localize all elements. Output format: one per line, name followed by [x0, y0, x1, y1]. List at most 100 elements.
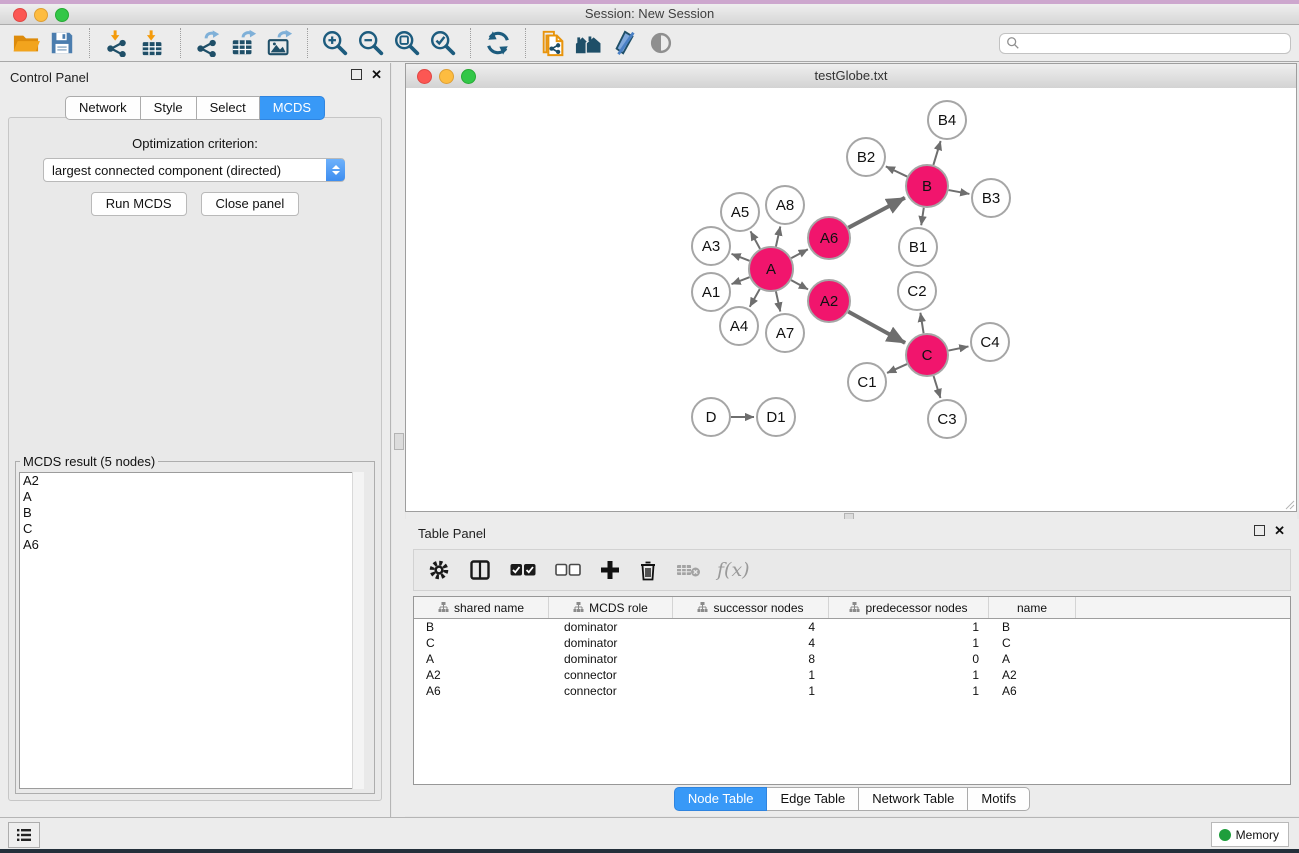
- task-history-button[interactable]: [8, 822, 40, 848]
- table-cell[interactable]: A: [989, 652, 1076, 666]
- graph-node-A[interactable]: A: [749, 247, 793, 291]
- table-cell[interactable]: C: [414, 636, 549, 650]
- table-cell[interactable]: C: [989, 636, 1076, 650]
- table-cell[interactable]: 1: [829, 620, 989, 634]
- mcds-result-item[interactable]: B: [20, 505, 363, 521]
- graph-node-B4[interactable]: B4: [928, 101, 966, 139]
- graph-node-C1[interactable]: C1: [848, 363, 886, 401]
- graph-node-B1[interactable]: B1: [899, 228, 937, 266]
- show-columns-icon[interactable]: [469, 559, 491, 581]
- graph-edge-A-A1[interactable]: [732, 277, 750, 284]
- graph-edge-C-C3[interactable]: [934, 376, 941, 398]
- table-cell[interactable]: 1: [673, 668, 829, 682]
- graph-edge-C-C4[interactable]: [949, 346, 969, 350]
- network-canvas[interactable]: B4B2BB3A5A8A6A3B1AA1C2A2A4A7CC4C1C3DD1: [406, 88, 1296, 511]
- graph-node-C4[interactable]: C4: [971, 323, 1009, 361]
- graph-node-A7[interactable]: A7: [766, 314, 804, 352]
- save-session-icon[interactable]: [44, 27, 80, 59]
- close-panel-icon[interactable]: ✕: [371, 69, 382, 80]
- tab-motifs[interactable]: Motifs: [968, 787, 1030, 811]
- show-hide-icon[interactable]: [643, 27, 679, 59]
- table-cell[interactable]: 1: [829, 684, 989, 698]
- horizontal-splitter[interactable]: [406, 512, 1297, 519]
- tab-edge-table[interactable]: Edge Table: [767, 787, 859, 811]
- table-cell[interactable]: A6: [414, 684, 549, 698]
- splitter-handle[interactable]: [394, 433, 404, 450]
- graph-node-B3[interactable]: B3: [972, 179, 1010, 217]
- network-window-titlebar[interactable]: testGlobe.txt: [406, 64, 1296, 89]
- import-network-icon[interactable]: [99, 27, 135, 59]
- graph-edge-B-B3[interactable]: [949, 190, 970, 194]
- graph-edge-A6-B[interactable]: [848, 198, 904, 228]
- graph-edge-B-B4[interactable]: [933, 141, 940, 165]
- graph-node-C[interactable]: C: [906, 334, 948, 376]
- graph-node-A2[interactable]: A2: [808, 280, 850, 322]
- mcds-result-item[interactable]: A6: [20, 537, 363, 553]
- column-header-predecessor-nodes[interactable]: predecessor nodes: [829, 597, 989, 618]
- zoom-selected-icon[interactable]: [425, 27, 461, 59]
- table-cell[interactable]: B: [414, 620, 549, 634]
- export-image-icon[interactable]: [262, 27, 298, 59]
- search-input[interactable]: [1020, 35, 1284, 51]
- table-cell[interactable]: 4: [673, 620, 829, 634]
- table-cell[interactable]: B: [989, 620, 1076, 634]
- graph-node-A1[interactable]: A1: [692, 273, 730, 311]
- home-icon[interactable]: [571, 27, 607, 59]
- graph-edge-A-A3[interactable]: [732, 254, 750, 261]
- graph-node-D1[interactable]: D1: [757, 398, 795, 436]
- graph-edge-A2-C[interactable]: [848, 312, 905, 343]
- tab-network-table[interactable]: Network Table: [859, 787, 968, 811]
- graph-node-A4[interactable]: A4: [720, 307, 758, 345]
- table-cell[interactable]: 1: [673, 684, 829, 698]
- zoom-fit-icon[interactable]: [389, 27, 425, 59]
- table-cell[interactable]: 1: [829, 636, 989, 650]
- table-cell[interactable]: connector: [549, 668, 673, 682]
- graph-node-A3[interactable]: A3: [692, 227, 730, 265]
- paint-style-icon[interactable]: [607, 27, 643, 59]
- table-cell[interactable]: connector: [549, 684, 673, 698]
- graph-edge-A-A7[interactable]: [776, 291, 780, 311]
- graph-node-B2[interactable]: B2: [847, 138, 885, 176]
- import-table-icon[interactable]: [135, 27, 171, 59]
- float-panel-icon[interactable]: [351, 69, 362, 80]
- table-cell[interactable]: dominator: [549, 636, 673, 650]
- unselect-all-columns-icon[interactable]: [555, 563, 581, 577]
- select-all-columns-icon[interactable]: [510, 563, 536, 577]
- table-cell[interactable]: 1: [829, 668, 989, 682]
- table-row[interactable]: A2connector11A2: [414, 667, 1290, 683]
- tab-style[interactable]: Style: [141, 96, 197, 120]
- network-from-selection-icon[interactable]: [535, 27, 571, 59]
- graph-edge-C-C1[interactable]: [887, 364, 907, 373]
- tab-select[interactable]: Select: [197, 96, 260, 120]
- column-header-shared-name[interactable]: shared name: [414, 597, 549, 618]
- column-header-successor-nodes[interactable]: successor nodes: [673, 597, 829, 618]
- mcds-result-item[interactable]: A2: [20, 473, 363, 489]
- delete-column-trash-icon[interactable]: [639, 560, 657, 581]
- table-row[interactable]: Adominator80A: [414, 651, 1290, 667]
- graph-edge-A-A4[interactable]: [750, 289, 760, 307]
- table-row[interactable]: A6connector11A6: [414, 683, 1290, 699]
- graph-node-C3[interactable]: C3: [928, 400, 966, 438]
- open-session-icon[interactable]: [8, 27, 44, 59]
- table-cell[interactable]: A2: [989, 668, 1076, 682]
- graph-edge-A-A8[interactable]: [776, 226, 780, 246]
- create-column-plus-icon[interactable]: [600, 560, 620, 580]
- table-cell[interactable]: dominator: [549, 652, 673, 666]
- float-panel-icon[interactable]: [1254, 525, 1265, 536]
- resize-grip-icon[interactable]: [1284, 499, 1295, 510]
- mcds-result-item[interactable]: A: [20, 489, 363, 505]
- criterion-select[interactable]: largest connected component (directed): [43, 158, 345, 182]
- export-table-icon[interactable]: [226, 27, 262, 59]
- table-cell[interactable]: 4: [673, 636, 829, 650]
- column-header-name[interactable]: name: [989, 597, 1076, 618]
- close-panel-button[interactable]: Close panel: [201, 192, 300, 216]
- table-row[interactable]: Bdominator41B: [414, 619, 1290, 635]
- export-network-icon[interactable]: [190, 27, 226, 59]
- table-cell[interactable]: A2: [414, 668, 549, 682]
- tab-network[interactable]: Network: [65, 96, 141, 120]
- table-cell[interactable]: dominator: [549, 620, 673, 634]
- table-cell[interactable]: 0: [829, 652, 989, 666]
- table-row[interactable]: Cdominator41C: [414, 635, 1290, 651]
- zoom-in-icon[interactable]: [317, 27, 353, 59]
- table-cell[interactable]: A6: [989, 684, 1076, 698]
